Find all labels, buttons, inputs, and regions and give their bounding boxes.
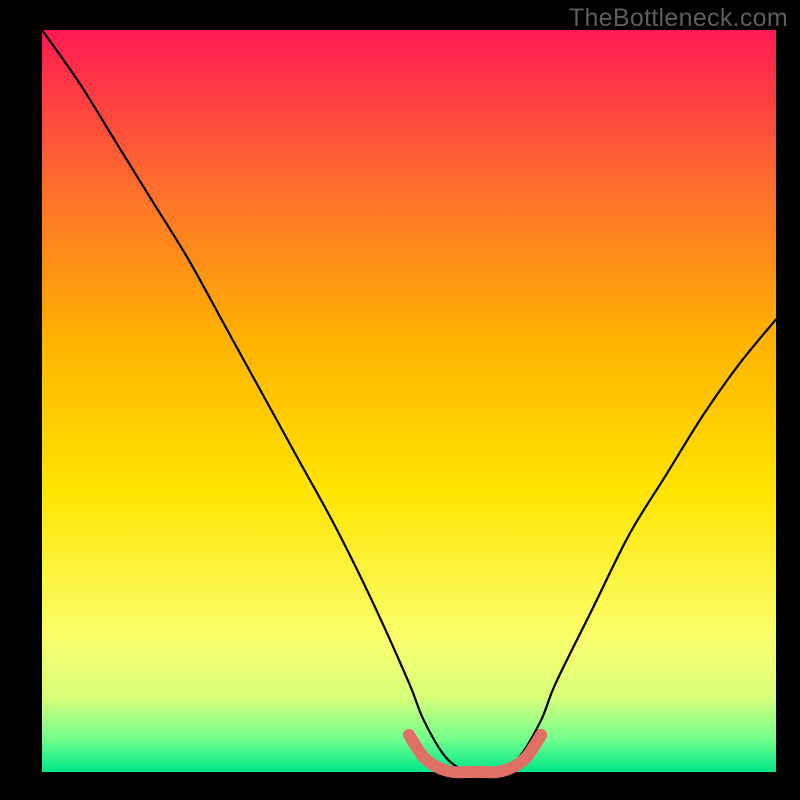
chart-frame: TheBottleneck.com [0, 0, 800, 800]
bottleneck-chart [0, 0, 800, 800]
plot-background [42, 30, 776, 772]
watermark-text: TheBottleneck.com [569, 4, 788, 33]
